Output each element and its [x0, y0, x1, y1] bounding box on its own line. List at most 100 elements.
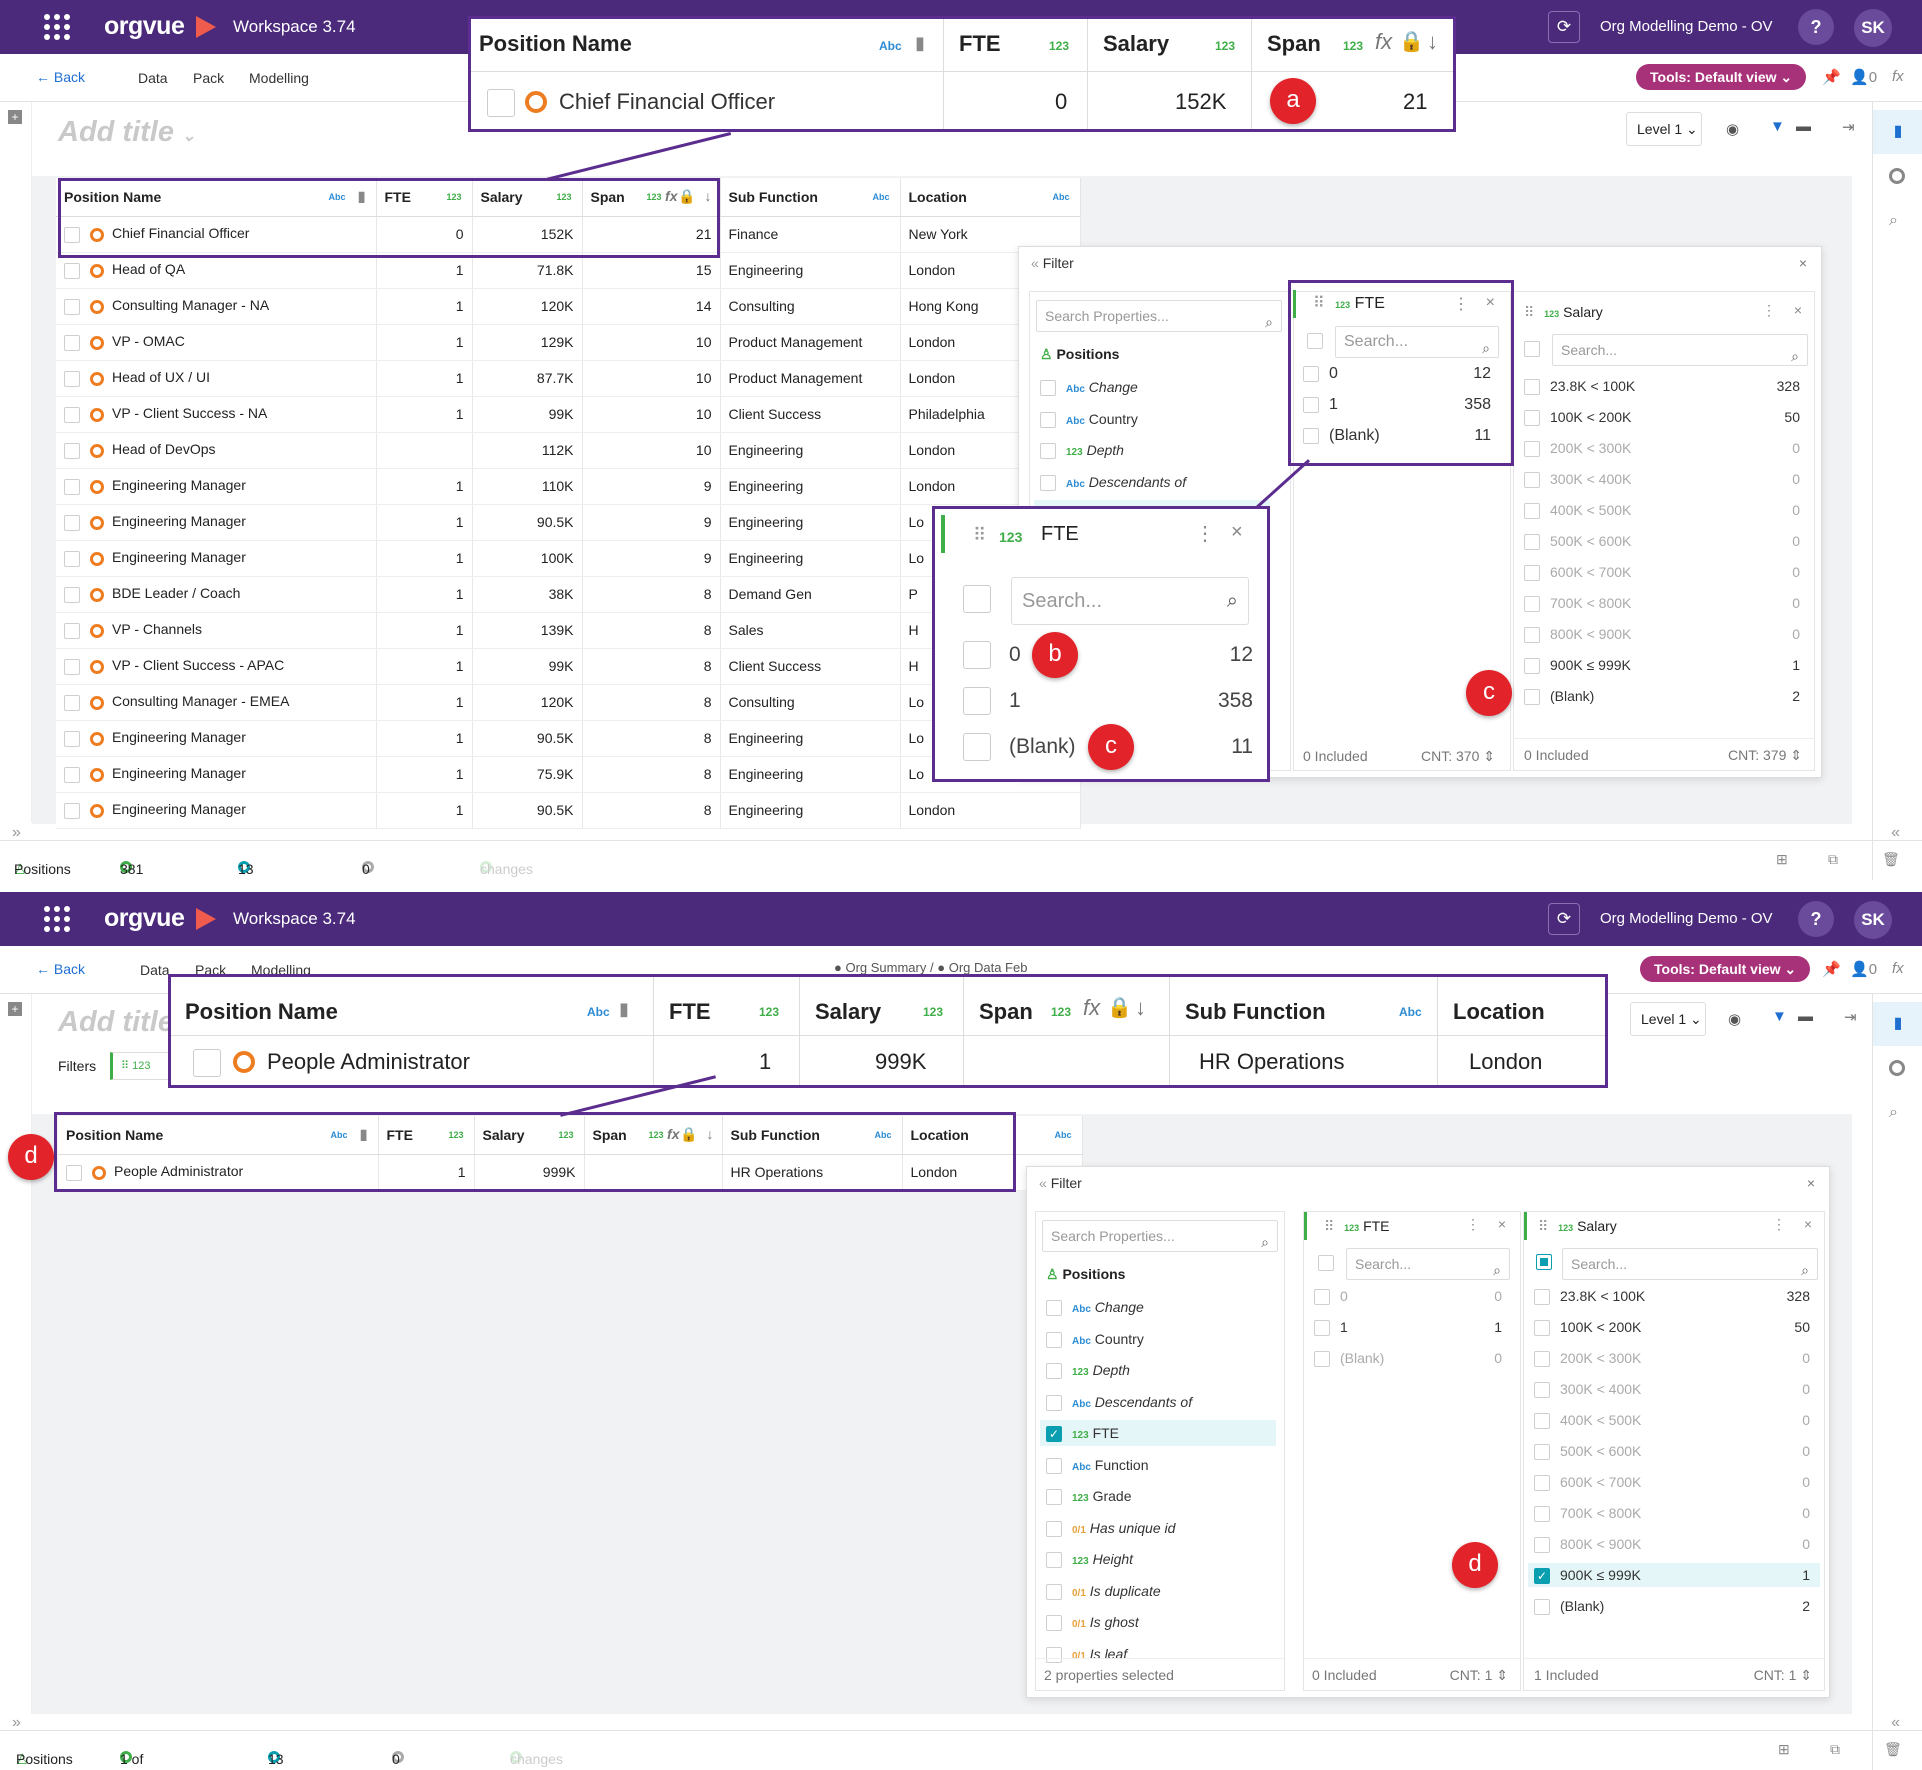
project-name[interactable]: Org Modelling Demo - OV [1600, 18, 1773, 35]
property-checkbox[interactable] [1046, 1363, 1062, 1380]
value-checkbox[interactable] [1524, 410, 1540, 427]
filter-value-row[interactable]: 700K < 800K 0 [1518, 591, 1810, 615]
add-icon[interactable]: + [8, 1002, 22, 1016]
copy-icon[interactable]: ⧉ [1828, 851, 1838, 868]
nav-data[interactable]: Data [140, 962, 170, 978]
user-count[interactable]: 👤0 [1850, 960, 1877, 978]
value-checkbox[interactable] [1524, 596, 1540, 613]
row-checkbox[interactable] [64, 730, 80, 747]
collapse-icon[interactable]: « [1031, 255, 1039, 271]
salary-search-input[interactable]: Search... ⌕ [1552, 334, 1808, 366]
table-row[interactable]: VP - Client Success - NA 1 99K 10 Client Suc… [56, 396, 1081, 433]
salary-search-input[interactable]: Search... ⌕ [1562, 1248, 1818, 1280]
filter-value-row[interactable]: 700K < 800K 0 [1528, 1501, 1820, 1525]
export-icon[interactable]: ⇥ [1844, 1008, 1857, 1026]
nav-pack[interactable]: Pack [193, 70, 224, 86]
app-launcher-icon[interactable] [44, 14, 70, 40]
table-row[interactable]: Engineering Manager 1 75.9K 8 Engineering Lo [56, 756, 1081, 793]
select-all-checkbox[interactable] [1318, 1254, 1344, 1272]
add-icon[interactable]: + [8, 110, 22, 124]
property-item[interactable]: Abc Change [1034, 374, 1270, 400]
filter-value-row[interactable]: (Blank) 0 [1308, 1346, 1512, 1370]
row-checkbox[interactable] [64, 550, 80, 567]
layout-icon[interactable]: ▬ [1796, 118, 1811, 135]
row-checkbox[interactable] [64, 406, 80, 423]
value-checkbox[interactable] [1524, 658, 1540, 675]
more-icon[interactable]: ⋮ [1466, 1216, 1480, 1233]
filter-icon[interactable]: ▼ [1770, 118, 1785, 135]
pin-icon[interactable]: 📌 [1822, 68, 1841, 86]
value-checkbox[interactable] [1534, 1289, 1550, 1306]
filter-value-row[interactable]: 00 [1308, 1284, 1512, 1308]
filter-value-row[interactable]: 500K < 600K 0 [1518, 529, 1810, 553]
row-checkbox[interactable] [64, 802, 80, 819]
value-checkbox[interactable] [1524, 627, 1540, 644]
row-checkbox[interactable] [64, 262, 80, 279]
filter-value-row[interactable]: 300K < 400K 0 [1518, 467, 1810, 491]
property-checkbox[interactable] [1046, 1583, 1062, 1600]
filter-value-row[interactable]: 11 [1308, 1315, 1512, 1339]
filter-value-row[interactable]: 500K < 600K 0 [1528, 1439, 1820, 1463]
cnt-sort[interactable]: CNT: 379 ⇕ [1728, 747, 1802, 764]
property-item[interactable]: Abc Descendants of [1034, 469, 1270, 495]
property-checkbox[interactable] [1040, 411, 1056, 428]
cnt-sort[interactable]: CNT: 1 ⇕ [1754, 1667, 1812, 1684]
filter-value-row[interactable]: 400K < 500K 0 [1528, 1408, 1820, 1432]
value-checkbox[interactable] [1314, 1320, 1330, 1337]
close-icon[interactable]: × [1794, 302, 1802, 318]
value-checkbox[interactable] [1524, 503, 1540, 520]
back-link[interactable]: ← Back [36, 69, 85, 85]
property-item[interactable]: 123 Grade [1040, 1483, 1276, 1509]
page-title-input[interactable]: Add title [58, 1006, 174, 1039]
row-checkbox[interactable] [64, 586, 80, 603]
close-filter-icon[interactable]: × [1807, 1175, 1815, 1191]
search-icon[interactable]: ⌕ [1889, 1104, 1898, 1122]
table-row[interactable]: Engineering Manager 1 100K 9 Engineering Lo [56, 540, 1081, 577]
filter-value-row[interactable]: 600K < 700K 0 [1528, 1470, 1820, 1494]
table-row[interactable]: VP - OMAC 1 129K 10 Product Management London [56, 324, 1081, 361]
nav-data[interactable]: Data [138, 70, 168, 86]
tools-view-dropdown[interactable]: Tools: Default view ⌄ [1640, 956, 1811, 982]
chart-icon[interactable]: ▮ [1873, 1002, 1922, 1046]
filter-value-row[interactable]: 400K < 500K 0 [1518, 498, 1810, 522]
table-row[interactable]: Consulting Manager - EMEA 1 120K 8 Consultin… [56, 684, 1081, 721]
table-row[interactable]: Engineering Manager 1 90.5K 8 Engineering Lo [56, 720, 1081, 757]
filter-value-row[interactable]: 800K < 900K 0 [1528, 1532, 1820, 1556]
formula-icon[interactable]: fx [1892, 68, 1904, 85]
filter-value-row[interactable]: 100K < 200K 50 [1528, 1315, 1820, 1339]
filter-value-row[interactable]: 200K < 300K 0 [1518, 436, 1810, 460]
sync-icon[interactable]: ⟳ [1548, 11, 1580, 43]
value-checkbox[interactable]: ✓ [1534, 1568, 1550, 1585]
cnt-sort[interactable]: CNT: 1 ⇕ [1450, 1667, 1508, 1684]
property-item[interactable]: Abc Country [1034, 406, 1270, 432]
cnt-sort[interactable]: CNT: 370 ⇕ [1421, 748, 1495, 765]
value-checkbox[interactable] [1314, 1289, 1330, 1306]
property-item[interactable]: 123 Depth [1040, 1357, 1276, 1383]
property-checkbox[interactable] [1046, 1300, 1062, 1317]
row-checkbox[interactable] [64, 442, 80, 459]
filter-value-row[interactable]: 300K < 400K 0 [1528, 1377, 1820, 1401]
value-checkbox[interactable] [1524, 472, 1540, 489]
table-row[interactable]: VP - Client Success - APAC 1 99K 8 Client Su… [56, 648, 1081, 685]
filter-value-row[interactable]: 900K ≤ 999K 1 [1518, 653, 1810, 677]
col-sub-function[interactable]: Sub Function Abc [720, 178, 901, 217]
row-checkbox[interactable] [64, 370, 80, 387]
collapse-icon[interactable]: « [1039, 1175, 1047, 1191]
value-checkbox[interactable] [1524, 534, 1540, 551]
palette-icon[interactable]: ◉ [1726, 120, 1739, 138]
value-checkbox[interactable] [1534, 1475, 1550, 1492]
select-all-checkbox[interactable] [1524, 340, 1550, 358]
value-checkbox[interactable] [1524, 441, 1540, 458]
filter-value-row[interactable]: 200K < 300K 0 [1528, 1346, 1820, 1370]
pin-icon[interactable]: 📌 [1822, 960, 1841, 978]
property-checkbox[interactable] [1046, 1394, 1062, 1411]
add-icon[interactable]: ⊞ [1778, 1741, 1790, 1758]
search-icon[interactable]: ⌕ [1889, 212, 1898, 230]
help-button[interactable]: ? [1798, 9, 1834, 45]
back-link[interactable]: ← Back [36, 961, 85, 977]
value-checkbox[interactable] [1524, 379, 1540, 396]
property-item[interactable]: Abc Descendants of [1040, 1389, 1276, 1415]
property-checkbox[interactable] [1046, 1489, 1062, 1506]
table-row[interactable]: BDE Leader / Coach 1 38K 8 Demand Gen P [56, 576, 1081, 613]
property-checkbox[interactable] [1046, 1331, 1062, 1348]
